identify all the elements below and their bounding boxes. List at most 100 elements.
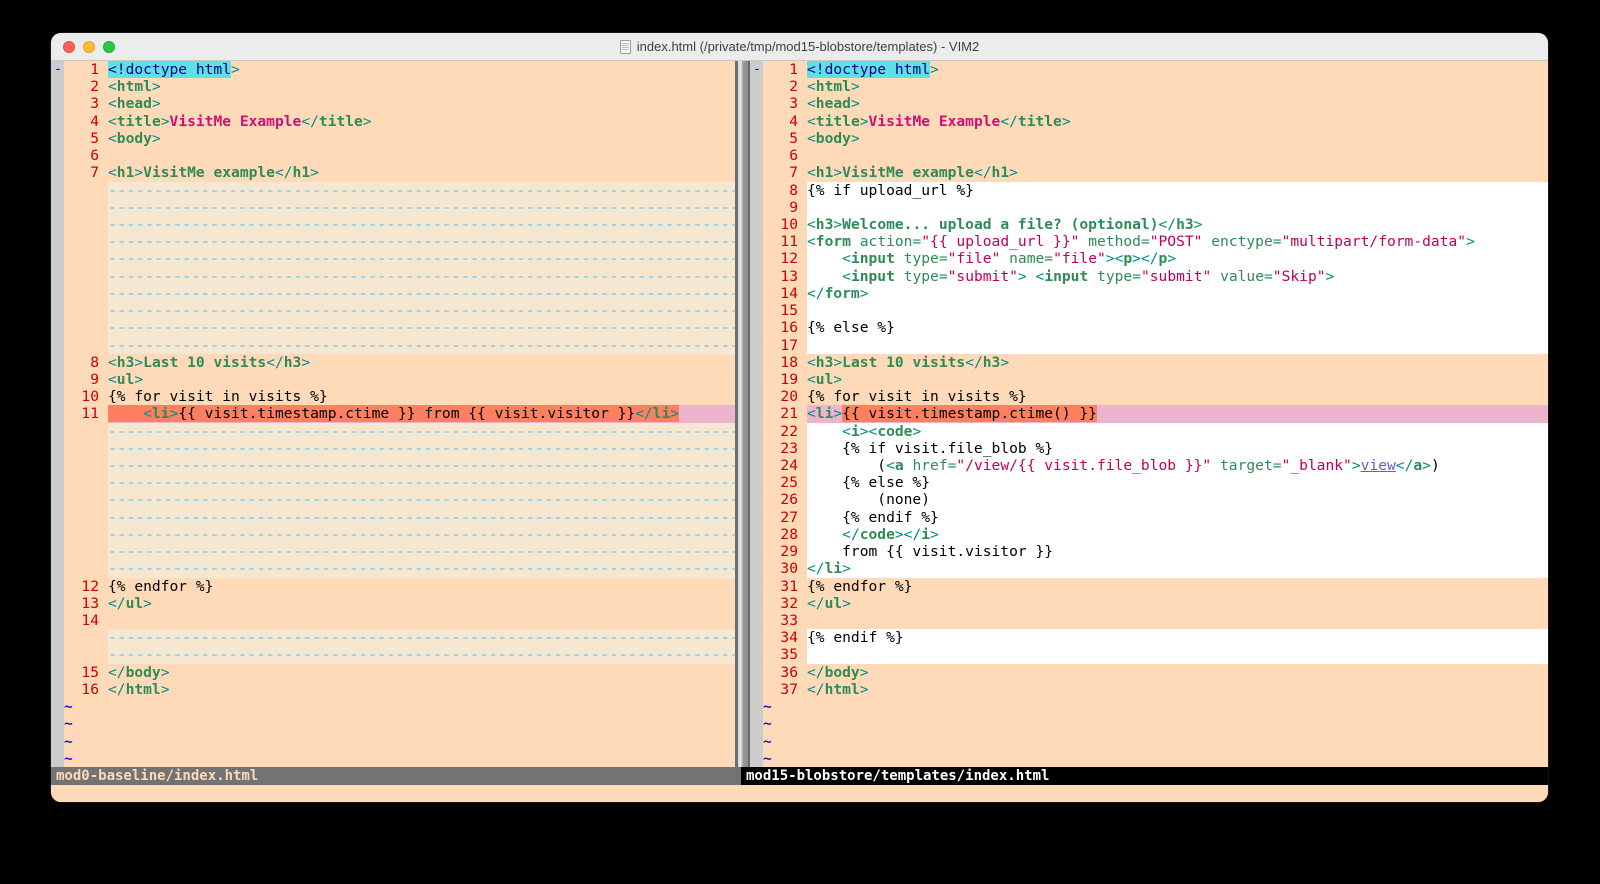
fold-column[interactable] xyxy=(51,526,64,543)
code-line[interactable]: 11 <li>{{ visit.timestamp.ctime }} from … xyxy=(51,405,735,422)
fold-column[interactable] xyxy=(51,664,64,681)
empty-buffer-line[interactable]: ~ xyxy=(51,733,735,750)
fold-column[interactable] xyxy=(51,405,64,422)
code-line[interactable]: 8<h3>Last 10 visits</h3> xyxy=(51,354,735,371)
fold-column[interactable] xyxy=(750,698,763,715)
code-line[interactable]: 27 {% endif %} xyxy=(750,509,1548,526)
diff-filler-line[interactable]: ----------------------------------------… xyxy=(51,268,735,285)
code-line[interactable]: 4<title>VisitMe Example</title> xyxy=(750,113,1548,130)
code-line[interactable]: 6 xyxy=(750,147,1548,164)
diff-filler-line[interactable]: ----------------------------------------… xyxy=(51,526,735,543)
diff-filler-line[interactable]: ----------------------------------------… xyxy=(51,285,735,302)
fold-column[interactable] xyxy=(51,646,64,663)
diff-pane-right[interactable]: -1<!doctype html>2<html>3<head>4<title>V… xyxy=(750,61,1548,767)
fold-column[interactable] xyxy=(750,578,763,595)
code-line[interactable]: 8{% if upload_url %} xyxy=(750,182,1548,199)
fold-column[interactable] xyxy=(51,319,64,336)
code-line[interactable]: 2<html> xyxy=(51,78,735,95)
fold-column[interactable] xyxy=(750,233,763,250)
fold-column[interactable] xyxy=(750,354,763,371)
fold-column[interactable] xyxy=(750,629,763,646)
close-button[interactable] xyxy=(63,41,75,53)
code-line[interactable]: 29 from {{ visit.visitor }} xyxy=(750,543,1548,560)
code-line[interactable]: 3<head> xyxy=(750,95,1548,112)
code-line[interactable]: 26 (none) xyxy=(750,491,1548,508)
code-line[interactable]: 33 xyxy=(750,612,1548,629)
fold-column[interactable] xyxy=(750,595,763,612)
empty-buffer-line[interactable]: ~ xyxy=(51,715,735,732)
code-line[interactable]: 14 xyxy=(51,612,735,629)
code-line[interactable]: 10{% for visit in visits %} xyxy=(51,388,735,405)
empty-buffer-line[interactable]: ~ xyxy=(750,715,1548,732)
fold-column[interactable] xyxy=(750,337,763,354)
fold-column[interactable] xyxy=(51,698,64,715)
fold-column[interactable] xyxy=(750,95,763,112)
code-line[interactable]: -1<!doctype html> xyxy=(51,61,735,78)
fold-column[interactable] xyxy=(750,646,763,663)
code-line[interactable]: 7<h1>VisitMe example</h1> xyxy=(750,164,1548,181)
fold-column[interactable] xyxy=(750,319,763,336)
code-line[interactable]: 9 xyxy=(750,199,1548,216)
diff-filler-line[interactable]: ----------------------------------------… xyxy=(51,629,735,646)
fold-column[interactable] xyxy=(750,147,763,164)
code-line[interactable]: 4<title>VisitMe Example</title> xyxy=(51,113,735,130)
code-line[interactable]: 15 xyxy=(750,302,1548,319)
code-line[interactable]: 17 xyxy=(750,337,1548,354)
diff-filler-line[interactable]: ----------------------------------------… xyxy=(51,250,735,267)
empty-buffer-line[interactable]: ~ xyxy=(750,698,1548,715)
fold-column[interactable] xyxy=(51,509,64,526)
fold-column[interactable] xyxy=(51,199,64,216)
minimize-button[interactable] xyxy=(83,41,95,53)
fold-column[interactable]: - xyxy=(750,61,763,78)
fold-column[interactable] xyxy=(750,440,763,457)
fold-column[interactable] xyxy=(750,750,763,767)
fold-column[interactable] xyxy=(750,491,763,508)
code-line[interactable]: 35 xyxy=(750,646,1548,663)
diff-filler-line[interactable]: ----------------------------------------… xyxy=(51,543,735,560)
fold-column[interactable] xyxy=(51,233,64,250)
diff-filler-line[interactable]: ----------------------------------------… xyxy=(51,302,735,319)
fold-column[interactable] xyxy=(750,78,763,95)
fold-column[interactable] xyxy=(750,715,763,732)
diff-filler-line[interactable]: ----------------------------------------… xyxy=(51,491,735,508)
code-line[interactable]: 16{% else %} xyxy=(750,319,1548,336)
diff-filler-line[interactable]: ----------------------------------------… xyxy=(51,182,735,199)
diff-filler-line[interactable]: ----------------------------------------… xyxy=(51,440,735,457)
code-line[interactable]: 30</li> xyxy=(750,560,1548,577)
fold-column[interactable] xyxy=(51,474,64,491)
fold-column[interactable] xyxy=(750,371,763,388)
fold-column[interactable] xyxy=(51,268,64,285)
empty-buffer-line[interactable]: ~ xyxy=(750,733,1548,750)
code-line[interactable]: 36</body> xyxy=(750,664,1548,681)
code-line[interactable]: 22 <i><code> xyxy=(750,423,1548,440)
fold-column[interactable] xyxy=(51,423,64,440)
code-line[interactable]: 6 xyxy=(51,147,735,164)
fold-column[interactable] xyxy=(51,337,64,354)
code-line[interactable]: 13 <input type="submit"> <input type="su… xyxy=(750,268,1548,285)
diff-filler-line[interactable]: ----------------------------------------… xyxy=(51,216,735,233)
fold-column[interactable] xyxy=(750,560,763,577)
fold-column[interactable] xyxy=(51,182,64,199)
document-proxy-icon[interactable] xyxy=(620,40,631,54)
fold-column[interactable] xyxy=(51,629,64,646)
code-line[interactable]: 11<form action="{{ upload_url }}" method… xyxy=(750,233,1548,250)
window-separator[interactable] xyxy=(735,61,750,767)
fold-column[interactable] xyxy=(750,664,763,681)
fold-column[interactable] xyxy=(51,147,64,164)
fold-column[interactable] xyxy=(750,302,763,319)
code-line[interactable]: 18<h3>Last 10 visits</h3> xyxy=(750,354,1548,371)
fold-column[interactable] xyxy=(51,612,64,629)
fold-column[interactable] xyxy=(750,681,763,698)
fold-column[interactable] xyxy=(51,457,64,474)
code-line[interactable]: 25 {% else %} xyxy=(750,474,1548,491)
fold-column[interactable] xyxy=(51,595,64,612)
fold-column[interactable] xyxy=(51,560,64,577)
fold-column[interactable] xyxy=(51,354,64,371)
diff-filler-line[interactable]: ----------------------------------------… xyxy=(51,423,735,440)
code-line[interactable]: 12{% endfor %} xyxy=(51,578,735,595)
fold-column[interactable] xyxy=(51,250,64,267)
diff-filler-line[interactable]: ----------------------------------------… xyxy=(51,199,735,216)
code-line[interactable]: 5<body> xyxy=(51,130,735,147)
fold-column[interactable] xyxy=(51,371,64,388)
diff-filler-line[interactable]: ----------------------------------------… xyxy=(51,509,735,526)
